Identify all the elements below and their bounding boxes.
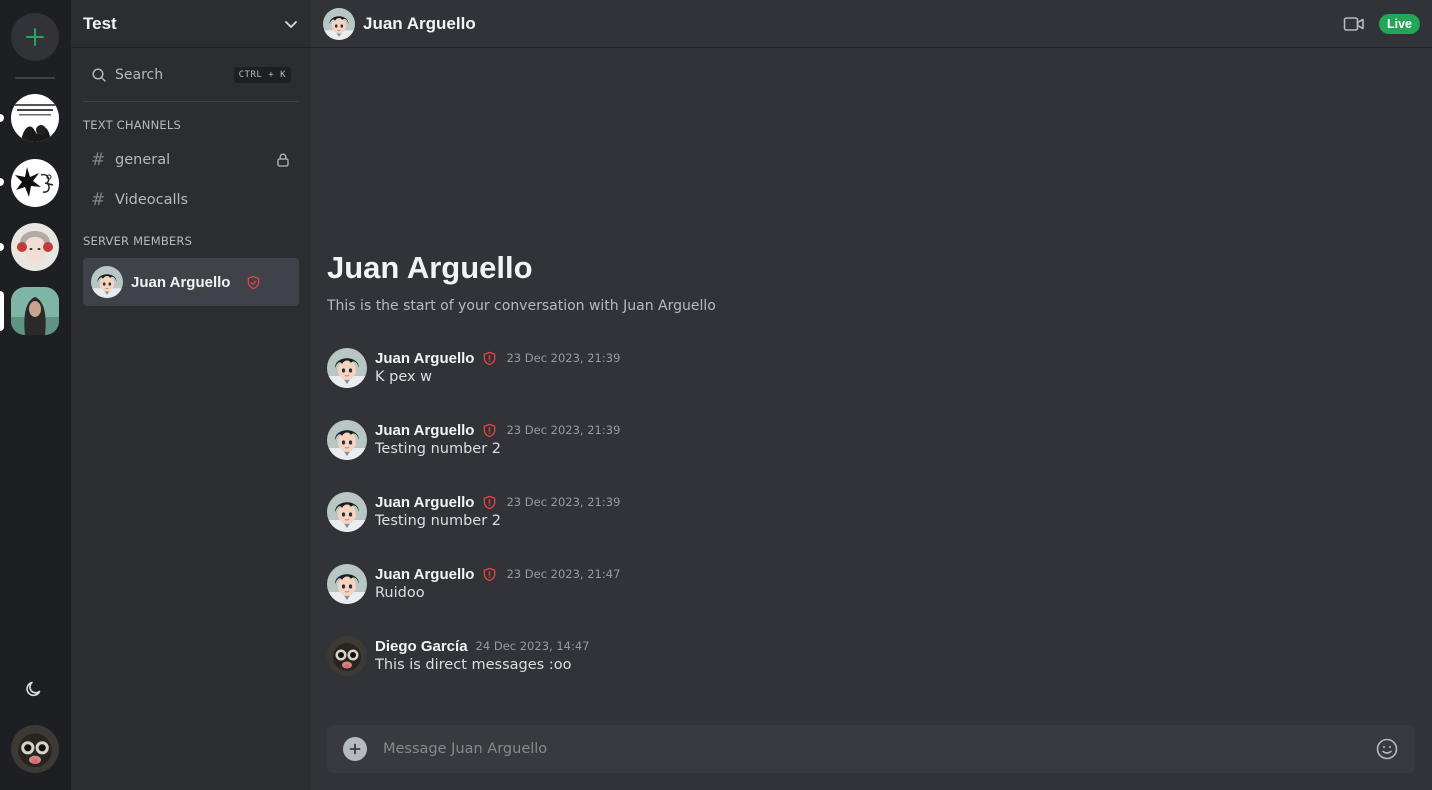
message-item[interactable]: Juan Arguello 23 Dec 2023, 21:39 Testing… bbox=[327, 420, 1407, 468]
attach-button[interactable] bbox=[343, 737, 367, 761]
sidebar-divider bbox=[83, 101, 299, 102]
message-text: This is direct messages :oo bbox=[375, 657, 572, 673]
text-channels-label: TEXT CHANNELS bbox=[83, 118, 181, 132]
avatar bbox=[323, 8, 355, 40]
moon-icon bbox=[26, 681, 41, 697]
server-icon-2[interactable] bbox=[11, 159, 59, 207]
server-icon-1[interactable] bbox=[11, 94, 59, 142]
message-item[interactable]: Diego García 24 Dec 2023, 14:47 This is … bbox=[327, 636, 1407, 684]
search-button[interactable]: Search CTRL + K bbox=[83, 58, 299, 92]
server-header[interactable]: Test bbox=[71, 0, 311, 48]
smiley-icon bbox=[1376, 738, 1398, 760]
chevron-down-icon bbox=[285, 20, 297, 28]
server-unread-indicator bbox=[0, 178, 4, 186]
message-item[interactable]: Juan Arguello 23 Dec 2023, 21:47 Ruidoo bbox=[327, 564, 1407, 612]
search-shortcut: CTRL + K bbox=[233, 67, 291, 83]
channel-videocalls[interactable]: # Videocalls bbox=[83, 183, 299, 217]
plus-icon bbox=[26, 28, 44, 46]
welcome-title: Juan Arguello bbox=[327, 250, 533, 285]
avatar[interactable] bbox=[327, 492, 367, 532]
server-name: Test bbox=[83, 13, 117, 33]
message-composer bbox=[327, 725, 1415, 773]
hash-icon: # bbox=[91, 150, 106, 170]
message-author[interactable]: Juan Arguello bbox=[375, 350, 474, 367]
shield-alert-icon bbox=[482, 567, 497, 582]
message-text: Testing number 2 bbox=[375, 513, 502, 529]
message-timestamp: 23 Dec 2023, 21:39 bbox=[506, 423, 621, 437]
channel-general[interactable]: # general bbox=[83, 143, 299, 177]
video-camera-icon bbox=[1343, 16, 1364, 31]
message-timestamp: 24 Dec 2023, 14:47 bbox=[475, 639, 590, 653]
avatar bbox=[91, 266, 123, 298]
search-icon bbox=[92, 68, 106, 82]
message-item[interactable]: Juan Arguello 23 Dec 2023, 21:39 Testing… bbox=[327, 492, 1407, 540]
member-juan-arguello[interactable]: Juan Arguello bbox=[83, 258, 299, 306]
message-author[interactable]: Juan Arguello bbox=[375, 422, 474, 439]
add-server-button[interactable] bbox=[11, 13, 59, 61]
video-call-button[interactable] bbox=[1341, 11, 1367, 37]
message-text: Ruidoo bbox=[375, 585, 425, 601]
message-text: Testing number 2 bbox=[375, 441, 502, 457]
rail-divider bbox=[15, 77, 55, 79]
chat-area: Juan Arguello Live Juan Arguello This is… bbox=[311, 0, 1432, 790]
message-text: K pex w bbox=[375, 369, 433, 385]
welcome-subtitle: This is the start of your conversation w… bbox=[327, 298, 716, 314]
lock-icon bbox=[277, 153, 289, 167]
channel-sidebar: Test Search CTRL + K TEXT CHANNELS # gen… bbox=[71, 0, 311, 790]
channel-name: general bbox=[115, 152, 171, 168]
avatar[interactable] bbox=[327, 636, 367, 676]
avatar[interactable] bbox=[327, 564, 367, 604]
server-members-label: SERVER MEMBERS bbox=[83, 234, 193, 248]
avatar[interactable] bbox=[327, 420, 367, 460]
shield-alert-icon bbox=[482, 423, 497, 438]
member-name: Juan Arguello bbox=[131, 273, 231, 291]
shield-check-icon bbox=[246, 275, 261, 290]
channel-name: Videocalls bbox=[115, 192, 189, 208]
server-icon-4[interactable] bbox=[11, 287, 59, 335]
message-author[interactable]: Juan Arguello bbox=[375, 494, 474, 511]
search-label: Search bbox=[115, 67, 164, 83]
user-avatar[interactable] bbox=[11, 725, 59, 773]
server-unread-indicator bbox=[0, 114, 4, 122]
live-status-badge: Live bbox=[1378, 13, 1420, 34]
shield-alert-icon bbox=[482, 495, 497, 510]
chat-title: Juan Arguello bbox=[363, 13, 476, 33]
message-timestamp: 23 Dec 2023, 21:47 bbox=[506, 567, 621, 581]
theme-toggle-button[interactable] bbox=[22, 677, 46, 701]
plus-icon bbox=[349, 743, 361, 755]
message-author[interactable]: Juan Arguello bbox=[375, 566, 474, 583]
server-selected-indicator bbox=[0, 291, 4, 331]
server-icon-3[interactable] bbox=[11, 223, 59, 271]
chat-header: Juan Arguello Live bbox=[311, 0, 1432, 48]
avatar[interactable] bbox=[327, 348, 367, 388]
hash-icon: # bbox=[91, 190, 106, 210]
message-author[interactable]: Diego García bbox=[375, 638, 468, 655]
server-rail bbox=[0, 0, 71, 790]
server-unread-indicator bbox=[0, 243, 4, 251]
message-timestamp: 23 Dec 2023, 21:39 bbox=[506, 495, 621, 509]
shield-alert-icon bbox=[482, 351, 497, 366]
emoji-button[interactable] bbox=[1375, 737, 1399, 761]
message-input[interactable] bbox=[383, 741, 1375, 757]
message-timestamp: 23 Dec 2023, 21:39 bbox=[506, 351, 621, 365]
message-item[interactable]: Juan Arguello 23 Dec 2023, 21:39 K pex w bbox=[327, 348, 1407, 396]
